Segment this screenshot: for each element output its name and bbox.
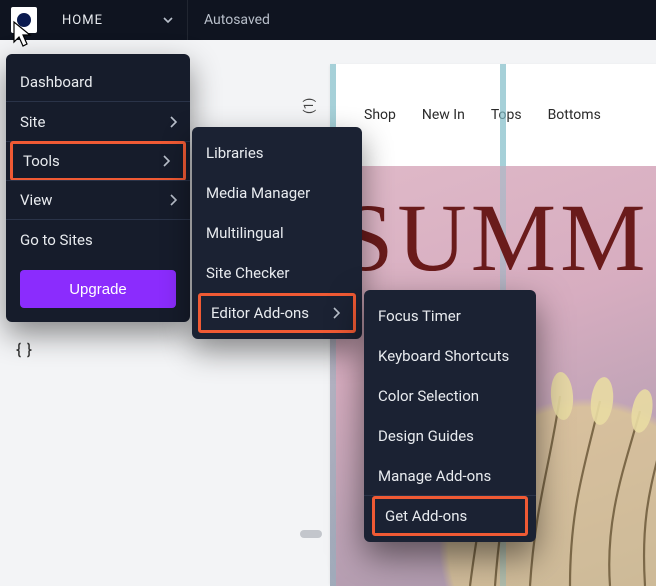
nav-link-new-in[interactable]: New In <box>422 107 465 123</box>
menu-label: Multilingual <box>206 224 284 242</box>
code-braces-icon[interactable] <box>14 340 34 360</box>
menu-label: View <box>20 191 52 209</box>
editor-addons-menu-item[interactable]: Editor Add-ons <box>198 293 356 333</box>
menu-label: Focus Timer <box>378 307 461 325</box>
home-dropdown: Dashboard Site Tools View Go to Sites Up… <box>6 54 190 322</box>
media-manager-menu-item[interactable]: Media Manager <box>192 173 362 213</box>
top-bar: HOME Autosaved <box>0 0 656 40</box>
app-logo-button[interactable] <box>0 0 48 40</box>
chevron-right-icon <box>163 155 171 167</box>
upgrade-button[interactable]: Upgrade <box>20 270 176 308</box>
get-addons-menu-item[interactable]: Get Add-ons <box>372 496 528 536</box>
home-menu-label: HOME <box>62 13 163 28</box>
editor-addons-submenu: Focus Timer Keyboard Shortcuts Color Sel… <box>364 290 536 542</box>
menu-label: Dashboard <box>20 73 93 91</box>
menu-label: Color Selection <box>378 387 479 405</box>
tools-submenu: Libraries Media Manager Multilingual Sit… <box>192 127 362 339</box>
chevron-down-icon <box>163 15 173 25</box>
resize-handle[interactable] <box>300 530 322 538</box>
home-menu-button[interactable]: HOME <box>48 0 188 40</box>
menu-label: Editor Add-ons <box>211 304 309 322</box>
site-checker-menu-item[interactable]: Site Checker <box>192 253 362 293</box>
site-nav: Shop New In Tops Bottoms <box>330 64 656 166</box>
nav-link-shop[interactable]: Shop <box>364 107 396 123</box>
color-selection-menu-item[interactable]: Color Selection <box>364 376 536 416</box>
multilingual-menu-item[interactable]: Multilingual <box>192 213 362 253</box>
design-guides-menu-item[interactable]: Design Guides <box>364 416 536 456</box>
autosave-status: Autosaved <box>188 0 286 40</box>
menu-label: Site Checker <box>206 264 289 282</box>
page-indicator: (1) <box>302 98 317 114</box>
keyboard-shortcuts-menu-item[interactable]: Keyboard Shortcuts <box>364 336 536 376</box>
libraries-menu-item[interactable]: Libraries <box>192 133 362 173</box>
menu-label: Manage Add-ons <box>378 467 491 485</box>
menu-label: Tools <box>23 152 60 170</box>
manage-addons-menu-item[interactable]: Manage Add-ons <box>364 456 536 496</box>
focus-timer-menu-item[interactable]: Focus Timer <box>364 296 536 336</box>
pointer-cursor-icon <box>10 20 36 50</box>
menu-label: Go to Sites <box>20 231 93 249</box>
upgrade-label: Upgrade <box>69 281 127 298</box>
menu-label: Get Add-ons <box>385 507 467 525</box>
go-to-sites-menu-item[interactable]: Go to Sites <box>6 220 190 260</box>
chevron-right-icon <box>170 194 178 206</box>
menu-label: Keyboard Shortcuts <box>378 347 509 365</box>
tools-menu-item[interactable]: Tools <box>10 141 186 181</box>
site-menu-item[interactable]: Site <box>6 102 190 142</box>
hero-title: SUMM <box>340 182 649 293</box>
view-menu-item[interactable]: View <box>6 180 190 220</box>
chevron-right-icon <box>333 307 341 319</box>
dashboard-menu-item[interactable]: Dashboard <box>6 62 190 102</box>
nav-link-bottoms[interactable]: Bottoms <box>548 107 601 123</box>
menu-label: Design Guides <box>378 427 474 445</box>
menu-label: Media Manager <box>206 184 310 202</box>
autosave-label: Autosaved <box>204 12 270 28</box>
menu-label: Site <box>20 113 45 131</box>
menu-label: Libraries <box>206 144 264 162</box>
chevron-right-icon <box>170 116 178 128</box>
nav-link-tops[interactable]: Tops <box>491 107 522 123</box>
